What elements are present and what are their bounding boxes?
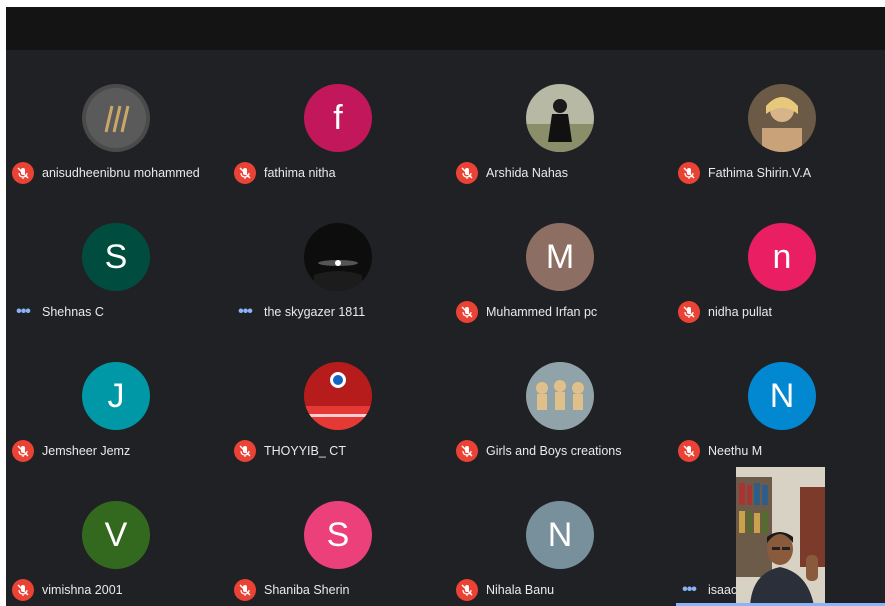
participant-name: Fathima Shirin.V.A <box>708 166 812 180</box>
avatar: S <box>82 223 150 291</box>
participant-name: Shehnas C <box>42 305 104 319</box>
avatar: f <box>304 84 372 152</box>
more-dots-icon: ••• <box>238 303 253 320</box>
avatar <box>304 362 372 430</box>
top-bar <box>6 7 885 50</box>
avatar <box>304 223 372 291</box>
mic-off-icon <box>678 440 700 462</box>
participant-tile[interactable]: J Jemsheer Jemz <box>6 328 228 467</box>
mic-off-icon <box>12 579 34 601</box>
avatar: N <box>748 362 816 430</box>
more-dots-icon: ••• <box>682 581 697 598</box>
mic-off-icon <box>456 579 478 601</box>
mic-off-icon <box>456 162 478 184</box>
avatar: V <box>82 501 150 569</box>
participant-tile[interactable]: Fathima Shirin.V.A <box>672 50 885 189</box>
mic-off-icon <box>678 301 700 323</box>
avatar: n <box>748 223 816 291</box>
participant-tile[interactable]: n nidha pullat <box>672 189 885 328</box>
more-dots-icon: ••• <box>16 303 31 320</box>
avatar: J <box>82 362 150 430</box>
avatar: N <box>526 501 594 569</box>
avatar <box>526 362 594 430</box>
participant-name: Shaniba Sherin <box>264 583 350 597</box>
participant-name: Jemsheer Jemz <box>42 444 131 458</box>
mic-off-icon <box>12 162 34 184</box>
avatar <box>526 84 594 152</box>
participant-name: Nihala Banu <box>486 583 555 597</box>
participant-tile[interactable]: V vimishna 2001 <box>6 467 228 606</box>
participant-tile[interactable]: N Nihala Banu <box>450 467 672 606</box>
mic-off-icon <box>234 579 256 601</box>
avatar: S <box>304 501 372 569</box>
avatar <box>748 84 816 152</box>
participant-name: THOYYIB_ CT <box>264 444 346 458</box>
participant-name: Arshida Nahas <box>486 166 568 180</box>
participant-tile[interactable]: S Shaniba Sherin <box>228 467 450 606</box>
participant-tile[interactable]: f fathima nitha <box>228 50 450 189</box>
mic-off-icon <box>456 440 478 462</box>
participant-tile[interactable]: THOYYIB_ CT <box>228 328 450 467</box>
participant-tile[interactable]: Arshida Nahas <box>450 50 672 189</box>
participant-tile[interactable]: M Muhammed Irfan pc <box>450 189 672 328</box>
participant-name: Neethu M <box>708 444 763 458</box>
mic-off-icon <box>456 301 478 323</box>
mic-off-icon <box>234 440 256 462</box>
participant-tile[interactable]: S ••• Shehnas C <box>6 189 228 328</box>
participant-name: fathima nitha <box>264 166 336 180</box>
participant-video[interactable] <box>736 467 825 606</box>
avatar: M <box>526 223 594 291</box>
participant-name: nidha pullat <box>708 305 772 319</box>
mic-off-icon <box>678 162 700 184</box>
participant-name: Girls and Boys creations <box>486 444 622 458</box>
avatar <box>82 84 150 152</box>
participant-name: the skygazer 1811 <box>264 305 366 319</box>
participant-name: vimishna 2001 <box>42 583 123 597</box>
participant-tile[interactable]: Girls and Boys creations <box>450 328 672 467</box>
mic-off-icon <box>12 440 34 462</box>
participant-tile[interactable]: anisudheenibnu mohammed <box>6 50 228 189</box>
participant-tile[interactable]: N Neethu M <box>672 328 885 467</box>
mic-off-icon <box>234 162 256 184</box>
participant-name: Muhammed Irfan pc <box>486 305 598 319</box>
participant-name: anisudheenibnu mohammed <box>42 166 200 180</box>
participant-tile[interactable]: ••• the skygazer 1811 <box>228 189 450 328</box>
